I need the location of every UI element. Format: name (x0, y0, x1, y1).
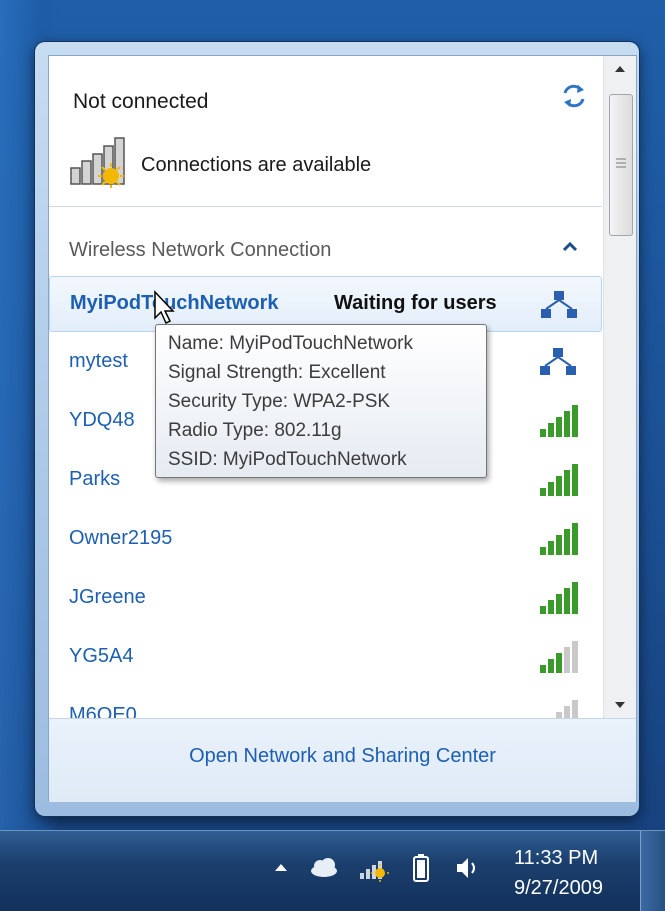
signal-bars-icon (540, 405, 578, 437)
signal-bar-filled (540, 488, 546, 496)
tooltip-name: Name: MyiPodTouchNetwork (168, 333, 413, 354)
signal-bar-filled (556, 476, 562, 496)
signal-bar-filled (548, 482, 554, 496)
signal-bar-filled (564, 588, 570, 614)
network-name: Owner2195 (69, 527, 173, 549)
signal-bar-filled (540, 665, 546, 673)
tooltip-radio: Radio Type: 802.11g (168, 420, 342, 441)
network-name: mytest (69, 350, 128, 372)
connection-header: Not connected Connections are available (49, 56, 602, 206)
signal-bar-filled (572, 464, 578, 496)
network-tooltip: Name: MyiPodTouchNetwork Signal Strength… (155, 324, 487, 478)
scroll-down-arrow-icon[interactable] (604, 692, 636, 718)
signal-bar-filled (556, 535, 562, 555)
scroll-thumb[interactable] (609, 94, 633, 236)
signal-bars-icon (540, 582, 578, 614)
network-name: YDQ48 (69, 409, 135, 431)
signal-bar-empty (572, 641, 578, 673)
refresh-icon[interactable] (559, 81, 589, 111)
network-item[interactable]: JGreene (49, 570, 602, 626)
signal-bar-filled (548, 423, 554, 437)
show-desktop-button[interactable] (640, 831, 665, 911)
connections-available-text: Connections are available (141, 154, 372, 176)
signal-bars-icon (540, 464, 578, 496)
signal-bar-filled (556, 417, 562, 437)
network-status: Waiting for users (334, 292, 497, 314)
clock-time[interactable]: 11:33 PM (514, 847, 598, 870)
battery-icon[interactable] (406, 851, 436, 885)
signal-bar-filled (540, 606, 546, 614)
tooltip-security: Security Type: WPA2-PSK (168, 391, 391, 412)
network-item[interactable]: Owner2195 (49, 511, 602, 567)
signal-bar-filled (548, 600, 554, 614)
network-status-icon[interactable] (356, 851, 392, 885)
volume-icon[interactable] (452, 851, 484, 885)
tooltip-signal: Signal Strength: Excellent (168, 362, 386, 383)
signal-bar-filled (556, 594, 562, 614)
mouse-cursor-icon (154, 290, 175, 325)
signal-bars-icon (540, 523, 578, 555)
scrollbar[interactable] (603, 56, 636, 718)
connections-available-icon (70, 137, 125, 188)
signal-bar-filled (540, 547, 546, 555)
network-name: JGreene (69, 586, 146, 608)
signal-bar-filled (572, 405, 578, 437)
signal-bar-filled (548, 659, 554, 673)
chevron-up-icon[interactable] (559, 236, 581, 258)
adhoc-network-icon (540, 348, 576, 375)
network-item[interactable]: YG5A4 (49, 629, 602, 685)
signal-bars-icon (540, 641, 578, 673)
open-network-center-link[interactable]: Open Network and Sharing Center (49, 745, 636, 768)
signal-bar-filled (564, 529, 570, 555)
tooltip-ssid: SSID: MyiPodTouchNetwork (168, 449, 407, 470)
adhoc-network-icon (541, 291, 577, 318)
signal-bar-filled (540, 429, 546, 437)
footer: Open Network and Sharing Center (49, 718, 636, 802)
signal-bar-filled (564, 411, 570, 437)
scroll-up-arrow-icon[interactable] (604, 56, 636, 82)
signal-bar-filled (564, 470, 570, 496)
taskbar: 11:33 PM 9/27/2009 (0, 830, 665, 911)
show-hidden-icons-icon[interactable] (272, 851, 290, 885)
network-name: YG5A4 (69, 645, 134, 667)
cloud-icon[interactable] (306, 851, 342, 885)
signal-bar-filled (556, 653, 562, 673)
signal-bar-filled (572, 582, 578, 614)
clock-date[interactable]: 9/27/2009 (514, 877, 603, 900)
signal-bar-empty (564, 647, 570, 673)
grip-icon (616, 158, 626, 168)
signal-bar-filled (572, 523, 578, 555)
connection-status: Not connected (73, 90, 209, 113)
network-name: Parks (69, 468, 121, 490)
section-divider (49, 206, 602, 207)
section-title: Wireless Network Connection (69, 239, 332, 261)
signal-bar-filled (548, 541, 554, 555)
